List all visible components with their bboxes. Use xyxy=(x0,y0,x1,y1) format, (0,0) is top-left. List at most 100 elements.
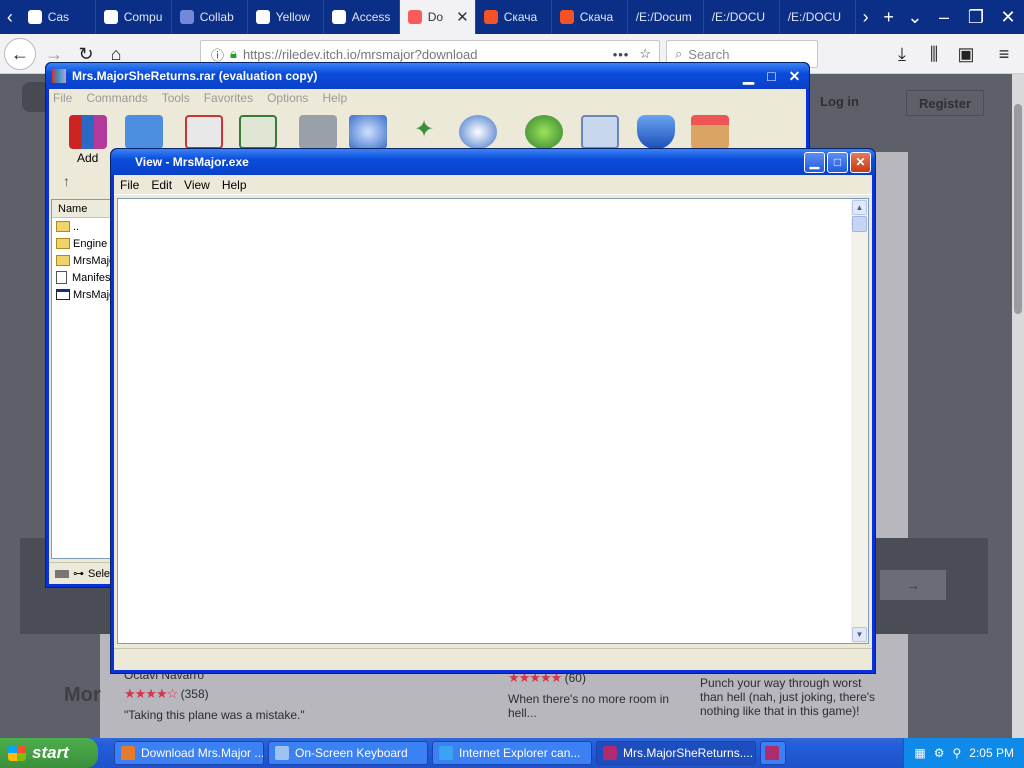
close-browser-icon[interactable]: ✕ xyxy=(992,0,1024,34)
rar-menu-item[interactable]: Favorites xyxy=(204,91,253,105)
comment-icon[interactable] xyxy=(581,115,619,149)
tab-label: /E:/Docum xyxy=(635,10,692,24)
extract-folder-icon[interactable] xyxy=(125,115,163,149)
tab-label: Cas xyxy=(47,10,70,24)
rar-menu-item[interactable]: Help xyxy=(322,91,347,105)
game-card[interactable]: ★★★★★ (60) When there's no more room in … xyxy=(508,670,678,720)
browser-tab[interactable]: Yellow xyxy=(248,0,324,34)
menu-hamburger-icon[interactable]: ≡ xyxy=(990,40,1018,68)
close-icon[interactable]: ✕ xyxy=(850,151,871,173)
up-folder-icon[interactable]: ↑ xyxy=(53,173,117,193)
page-actions-icon[interactable]: ••• xyxy=(613,47,630,62)
file-row[interactable]: Manifest xyxy=(52,269,112,286)
info-icon[interactable] xyxy=(459,115,497,149)
view-text-area[interactable]: ▲ ▼ xyxy=(117,198,869,644)
view-menu-item[interactable]: View xyxy=(184,178,210,192)
game-card[interactable]: Octavi Navarro ★★★★☆ (358) "Taking this … xyxy=(124,668,324,722)
file-rows: .. Engine MrsMajor Manifest MrsMajor xyxy=(52,218,112,303)
browser-tab[interactable]: Access xyxy=(324,0,400,34)
windows-flag-icon xyxy=(8,745,26,761)
browser-tab[interactable]: Скача xyxy=(476,0,552,34)
banner-next-arrow-icon[interactable]: → xyxy=(880,570,946,600)
taskbar-button[interactable]: Internet Explorer can... xyxy=(432,741,592,765)
winrar-titlebar[interactable]: Mrs.MajorSheReturns.rar (evaluation copy… xyxy=(46,63,809,89)
winrar-task-icon[interactable] xyxy=(760,741,786,765)
browser-tab[interactable]: /E:/DOCU xyxy=(704,0,780,34)
downloads-icon[interactable]: ⤓ xyxy=(888,40,916,68)
tab-favicon-icon xyxy=(483,10,498,24)
scroll-tabs-right-icon[interactable]: › xyxy=(856,0,876,34)
view-menu-item[interactable]: File xyxy=(120,178,139,192)
taskbar-button[interactable]: Mrs.MajorSheReturns.... xyxy=(596,741,756,765)
browser-tab[interactable]: /E:/DOCU xyxy=(780,0,856,34)
taskbar-button[interactable]: On-Screen Keyboard xyxy=(268,741,428,765)
rar-menu-item[interactable]: Options xyxy=(267,91,308,105)
page-scrollbar[interactable] xyxy=(1012,74,1024,738)
task-label: Mrs.MajorSheReturns.... xyxy=(623,746,754,760)
minimize-browser-icon[interactable]: – xyxy=(928,0,960,34)
rar-menu-item[interactable]: File xyxy=(53,91,72,105)
clock[interactable]: 2:05 PM xyxy=(969,746,1014,760)
bookmark-star-icon[interactable]: ☆ xyxy=(639,46,651,62)
list-tabs-icon[interactable]: ⌄ xyxy=(902,0,928,34)
view-titlebar[interactable]: View - MrsMajor.exe ▁ □ ✕ xyxy=(111,149,875,175)
tab-favicon-icon xyxy=(331,10,346,24)
scroll-down-icon[interactable]: ▼ xyxy=(852,627,867,642)
browser-tab[interactable]: Collab xyxy=(172,0,248,34)
folder-icon xyxy=(56,221,70,232)
protect-shield-icon[interactable] xyxy=(637,115,675,149)
library-icon[interactable]: ⫼ xyxy=(920,40,948,68)
minimize-icon[interactable]: ▁ xyxy=(738,66,759,87)
file-row[interactable]: .. xyxy=(52,218,112,235)
minimize-icon[interactable]: ▁ xyxy=(804,151,825,173)
info-icon[interactable]: ⓘ xyxy=(211,45,224,64)
search-tray-icon[interactable]: ⚲ xyxy=(953,746,962,760)
file-row[interactable]: MrsMajor xyxy=(52,286,112,303)
browser-tab[interactable]: Do ✕ xyxy=(399,0,476,34)
restore-browser-icon[interactable]: ❐ xyxy=(960,0,992,34)
browser-tab[interactable]: Cas xyxy=(20,0,96,34)
view-book-icon[interactable] xyxy=(239,115,277,149)
page-scroll-thumb[interactable] xyxy=(1014,104,1022,314)
view-menu-item[interactable]: Help xyxy=(222,178,247,192)
find-magnifier-icon[interactable] xyxy=(349,115,387,149)
document-icon xyxy=(56,271,67,284)
browser-tab[interactable]: Скача xyxy=(552,0,628,34)
wizard-wand-icon[interactable]: ✦ xyxy=(405,115,443,149)
delete-trash-icon[interactable] xyxy=(299,115,337,149)
start-button[interactable]: start xyxy=(0,738,98,768)
view-scroll-thumb[interactable] xyxy=(852,216,867,232)
add-button-label[interactable]: Add xyxy=(77,151,98,165)
taskbar-button[interactable]: Download Mrs.Major ... xyxy=(114,741,264,765)
view-scrollbar[interactable]: ▲ ▼ xyxy=(851,199,868,643)
rar-menu-item[interactable]: Commands xyxy=(86,91,147,105)
lock-icon: 🔒︎ xyxy=(230,46,237,61)
sidebar-icon[interactable]: ▣ xyxy=(952,40,980,68)
register-button[interactable]: Register xyxy=(906,90,984,116)
login-link[interactable]: Log in xyxy=(820,94,859,109)
scroll-tabs-left-icon[interactable]: ‹ xyxy=(0,0,20,34)
game-card[interactable]: Punch your way through worst than hell (… xyxy=(700,676,878,718)
system-tray: ▦ ⚙︎ ⚲ 2:05 PM xyxy=(903,738,1024,768)
add-archive-icon[interactable] xyxy=(69,115,107,149)
browser-tab[interactable]: /E:/Docum xyxy=(628,0,704,34)
maximize-icon[interactable]: □ xyxy=(761,66,782,87)
test-icon[interactable] xyxy=(185,115,223,149)
maximize-icon[interactable]: □ xyxy=(827,151,848,173)
tab-favicon-icon xyxy=(559,10,574,24)
close-icon[interactable]: ✕ xyxy=(784,66,805,87)
new-tab-icon[interactable]: + xyxy=(875,0,901,34)
virus-scan-icon[interactable] xyxy=(525,115,563,149)
file-row[interactable]: Engine xyxy=(52,235,112,252)
browser-tab[interactable]: Compu xyxy=(96,0,172,34)
network-tray-icon[interactable]: ⚙︎ xyxy=(934,746,945,760)
file-row[interactable]: MrsMajor xyxy=(52,252,112,269)
rar-menu-item[interactable]: Tools xyxy=(162,91,190,105)
sfx-box-icon[interactable] xyxy=(691,115,729,149)
column-name-header[interactable]: Name xyxy=(52,200,112,218)
view-menu-item[interactable]: Edit xyxy=(151,178,172,192)
back-arrow-icon[interactable]: ← xyxy=(4,38,36,70)
scroll-up-icon[interactable]: ▲ xyxy=(852,200,867,215)
close-tab-icon[interactable]: ✕ xyxy=(456,8,469,26)
keyboard-tray-icon[interactable]: ▦ xyxy=(914,746,925,760)
